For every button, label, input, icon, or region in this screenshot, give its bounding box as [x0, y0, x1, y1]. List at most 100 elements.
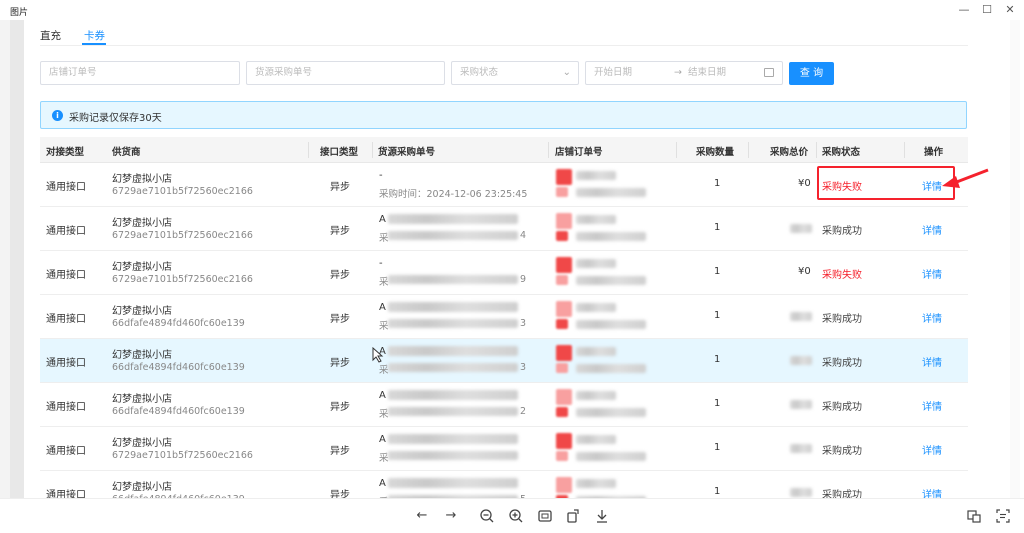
- docking-type: 通用接口: [46, 446, 86, 457]
- supplier-id: 6729ae7101b5f72560ec2166: [112, 274, 253, 285]
- table-row[interactable]: 通用接口 幻梦虚拟小店 6729ae7101b5f72560ec2166 异步 A 采 1 采…: [40, 427, 968, 471]
- tabs-divider: [40, 45, 968, 46]
- table-row[interactable]: 通用接口幻梦虚拟小店66dfafe4894fd460fc60e139异步A采51…: [40, 471, 968, 498]
- date-range-picker[interactable]: 开始日期 → 结束日期: [585, 61, 783, 85]
- download-icon[interactable]: [594, 508, 610, 524]
- tab-card-voucher[interactable]: 卡券: [84, 28, 105, 43]
- supplier-name: 幻梦虚拟小店: [112, 394, 172, 405]
- status-select-placeholder: 采购状态: [460, 67, 499, 78]
- product-thumbnail: [556, 213, 572, 229]
- product-thumbnail: [556, 187, 568, 197]
- table-row[interactable]: 通用接口 幻梦虚拟小店 6729ae7101b5f72560ec2166 异步 A 采 4 1…: [40, 207, 968, 251]
- docking-type: 通用接口: [46, 358, 86, 369]
- api-type: 异步: [330, 402, 350, 413]
- highlight-annotation-box: [817, 166, 955, 200]
- redacted-total: [790, 356, 812, 365]
- info-icon: i: [52, 110, 63, 121]
- details-link[interactable]: 详情: [922, 442, 942, 457]
- zoom-in-icon[interactable]: [508, 508, 524, 524]
- details-link[interactable]: 详情: [922, 486, 942, 498]
- source-purchase-no: A: [379, 214, 386, 225]
- api-type: 异步: [330, 446, 350, 457]
- purchase-quantity: 1: [714, 266, 721, 277]
- purchase-status: 采购成功: [822, 358, 862, 369]
- redacted-text: [576, 347, 616, 356]
- query-button[interactable]: 查 询: [789, 62, 834, 85]
- redacted-text: [388, 302, 518, 312]
- source-purchase-no: A: [379, 478, 386, 489]
- header-divider: [676, 142, 677, 158]
- zoom-out-icon[interactable]: [479, 508, 495, 524]
- redacted-text: [576, 452, 646, 461]
- source-no-tail: 3: [520, 362, 527, 373]
- product-thumbnail: [556, 231, 568, 241]
- details-link[interactable]: 详情: [922, 266, 942, 281]
- details-link[interactable]: 详情: [922, 222, 942, 237]
- purchase-time: 采购时间：2024-12-06 23:25:45: [379, 189, 528, 200]
- tab-direct-recharge[interactable]: 直充: [40, 28, 61, 43]
- header-quantity: 采购数量: [696, 147, 735, 158]
- translate-icon[interactable]: [966, 508, 982, 524]
- redacted-text: [576, 435, 616, 444]
- table-row[interactable]: 通用接口 幻梦虚拟小店 66dfafe4894fd460fc60e139 异步 A 采 2 1…: [40, 383, 968, 427]
- redacted-text: [388, 478, 518, 488]
- docking-type: 通用接口: [46, 402, 86, 413]
- title-bar: 图片 — ☐ ✕: [0, 0, 1024, 20]
- redacted-text: [576, 391, 616, 400]
- source-purchase-no: A: [379, 302, 386, 313]
- docking-type: 通用接口: [46, 490, 86, 498]
- table-row[interactable]: 通用接口 幻梦虚拟小店 66dfafe4894fd460fc60e139 异步 A 采 3 1…: [40, 339, 968, 383]
- docking-type: 通用接口: [46, 226, 86, 237]
- source-no-tail: 3: [520, 318, 527, 329]
- purchase-quantity: 1: [714, 442, 721, 453]
- purchase-quantity: 1: [714, 310, 721, 321]
- product-thumbnail: [556, 169, 572, 185]
- table-row[interactable]: 通用接口 幻梦虚拟小店 6729ae7101b5f72560ec2166 异步 - 采 9 1…: [40, 251, 968, 295]
- source-purchase-input[interactable]: 货源采购单号: [246, 61, 445, 85]
- calendar-icon: [764, 68, 774, 77]
- purchase-status: 采购失败: [822, 270, 862, 281]
- annotation-arrow-icon: [942, 168, 989, 188]
- supplier-id: 6729ae7101b5f72560ec2166: [112, 230, 253, 241]
- product-thumbnail: [556, 433, 572, 449]
- arrow-left-icon[interactable]: ←: [414, 508, 430, 524]
- source-purchase-no: -: [379, 170, 383, 181]
- supplier-id: 66dfafe4894fd460fc60e139: [112, 318, 245, 329]
- supplier-name: 幻梦虚拟小店: [112, 218, 172, 229]
- store-order-input[interactable]: 店铺订单号: [40, 61, 240, 85]
- purchase-status: 采购成功: [822, 490, 862, 498]
- date-separator-arrow-icon: →: [674, 67, 682, 78]
- redacted-text: [576, 232, 646, 241]
- arrow-right-icon[interactable]: →: [443, 508, 459, 524]
- api-type: 异步: [330, 182, 350, 193]
- details-link[interactable]: 详情: [922, 398, 942, 413]
- supplier-id: 66dfafe4894fd460fc60e139: [112, 406, 245, 417]
- details-link[interactable]: 详情: [922, 310, 942, 325]
- purchase-status: 采购成功: [822, 314, 862, 325]
- purchase-quantity: 1: [714, 178, 721, 189]
- left-gutter: [0, 20, 24, 498]
- maximize-button[interactable]: ☐: [975, 2, 999, 18]
- supplier-name: 幻梦虚拟小店: [112, 438, 172, 449]
- redacted-text: [576, 259, 616, 268]
- rotate-icon[interactable]: [565, 508, 581, 524]
- close-button[interactable]: ✕: [998, 2, 1022, 18]
- supplier-id: 6729ae7101b5f72560ec2166: [112, 186, 253, 197]
- redacted-text: [576, 408, 646, 417]
- mouse-cursor-icon: [372, 347, 384, 363]
- details-link[interactable]: 详情: [922, 354, 942, 369]
- docking-type: 通用接口: [46, 314, 86, 325]
- header-source-purchase-no: 货源采购单号: [378, 147, 436, 158]
- image-viewer-toolbar: ← →: [0, 498, 1024, 533]
- scrollbar[interactable]: [1010, 20, 1020, 498]
- header-docking-type: 对接类型: [46, 147, 85, 158]
- scan-text-icon[interactable]: [995, 508, 1011, 524]
- minimize-button[interactable]: —: [952, 2, 976, 18]
- purchase-status-select[interactable]: 采购状态 ⌄: [451, 61, 579, 85]
- fit-screen-icon[interactable]: [537, 508, 553, 524]
- redacted-total: [790, 224, 812, 233]
- table-row[interactable]: 通用接口 幻梦虚拟小店 66dfafe4894fd460fc60e139 异步 A 采 3 1…: [40, 295, 968, 339]
- redacted-text: [576, 320, 646, 329]
- header-api-type: 接口类型: [320, 147, 359, 158]
- source-no-tail: 2: [520, 406, 527, 417]
